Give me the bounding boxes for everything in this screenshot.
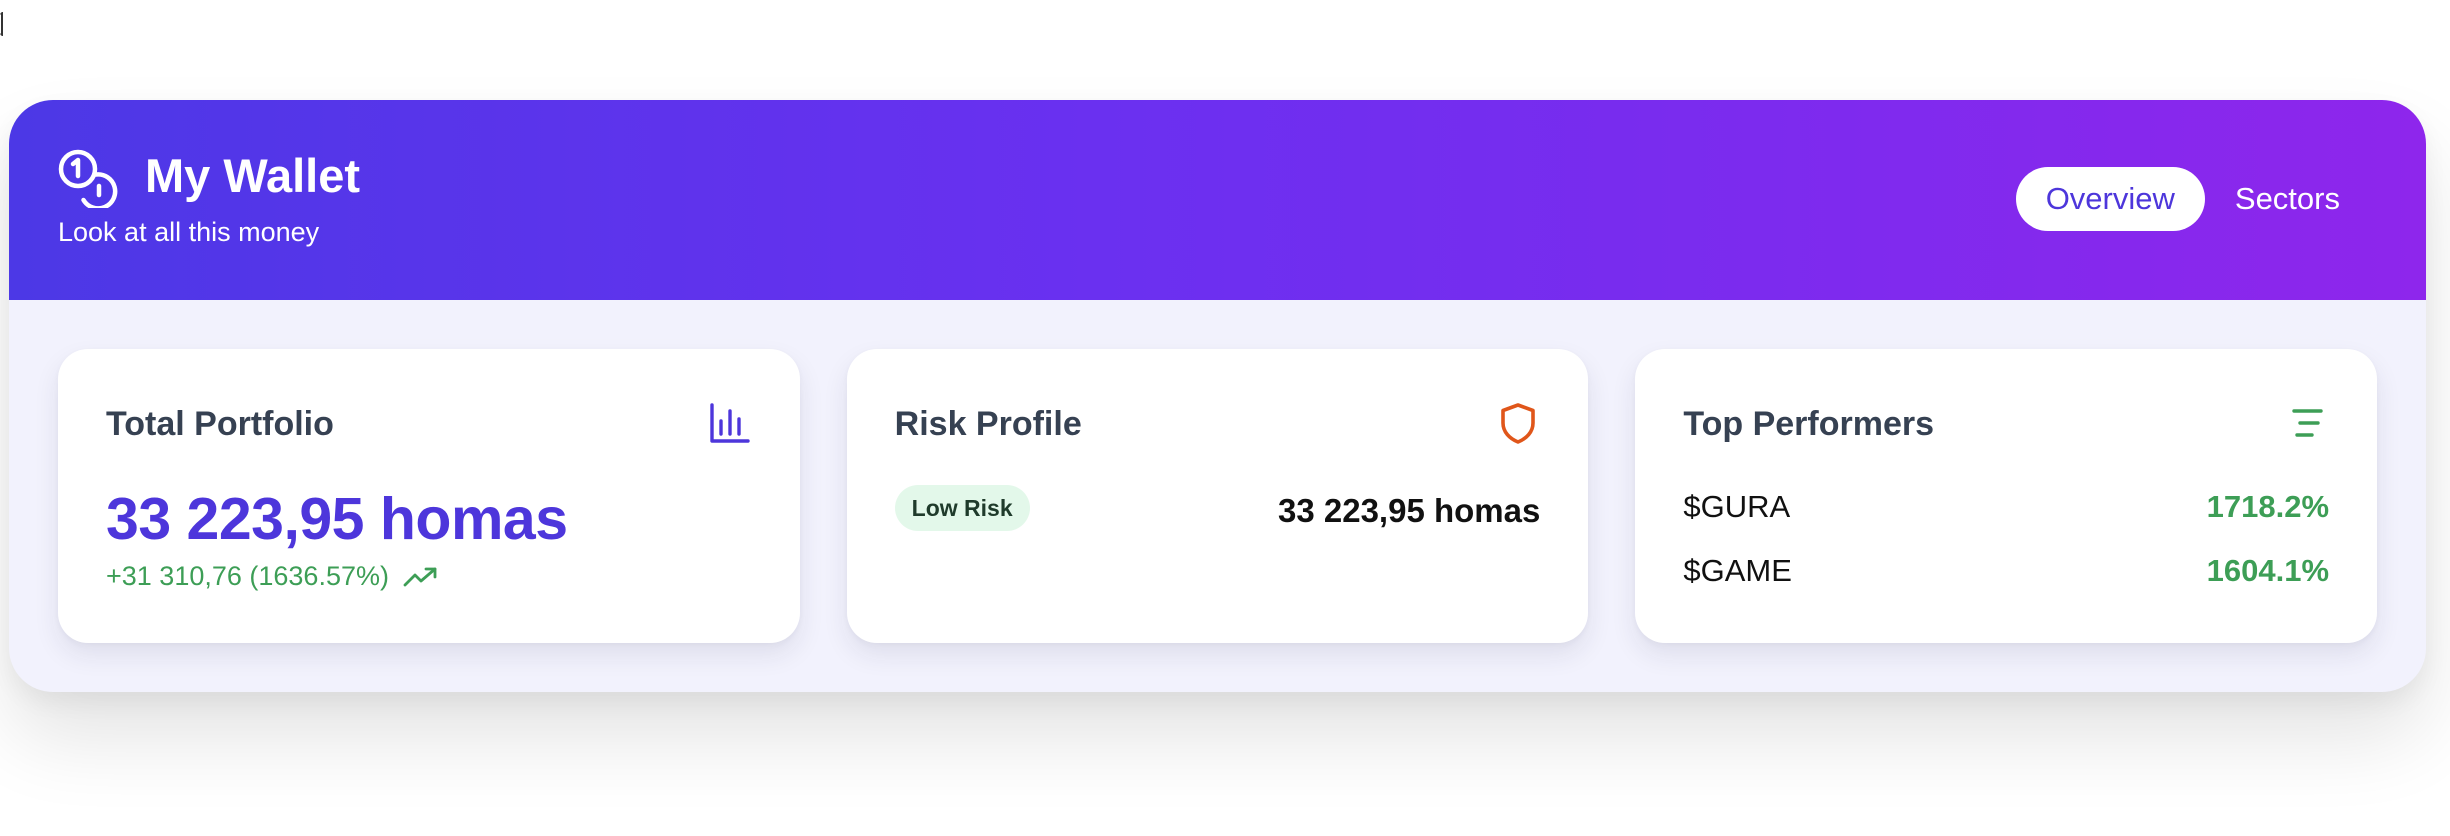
performer-value: 1718.2% — [2206, 489, 2330, 524]
total-portfolio-title: Total Portfolio — [106, 405, 334, 443]
wallet-panel: My Wallet Look at all this money Overvie… — [9, 100, 2426, 692]
risk-profile-card: Risk Profile Low Risk 33 223,95 homas — [846, 349, 1589, 643]
risk-level-badge: Low Risk — [894, 485, 1030, 531]
tab-sectors[interactable]: Sectors — [2205, 167, 2370, 231]
top-performers-card: Top Performers $GURA 1718.2% $GAME 1604.… — [1635, 349, 2378, 643]
bar-chart-icon — [709, 403, 750, 443]
view-tabs: Overview Sectors — [2015, 167, 2370, 231]
coins-icon — [58, 149, 118, 208]
list-item: $GURA 1718.2% — [1683, 489, 2329, 525]
performer-value: 1604.1% — [2206, 553, 2330, 588]
wallet-header: My Wallet Look at all this money Overvie… — [9, 100, 2426, 300]
portfolio-change-text: +31 310,76 (1636.57%) — [106, 561, 389, 591]
list-icon — [2292, 409, 2323, 437]
shield-icon — [1501, 403, 1536, 444]
portfolio-change: +31 310,76 (1636.57%) — [106, 561, 439, 592]
tab-overview[interactable]: Overview — [2015, 167, 2205, 231]
total-portfolio-value: 33 223,95 homas — [106, 486, 568, 552]
trending-up-icon — [403, 567, 437, 586]
performer-symbol: $GURA — [1683, 489, 1791, 524]
stray-bracket-mark — [0, 12, 3, 36]
top-performers-title: Top Performers — [1683, 405, 1934, 443]
total-portfolio-card: Total Portfolio 33 223,95 homas +31 310,… — [58, 349, 800, 643]
risk-profile-title: Risk Profile — [894, 405, 1082, 443]
wallet-subtitle: Look at all this money — [58, 217, 320, 247]
summary-cards: Total Portfolio 33 223,95 homas +31 310,… — [58, 349, 2378, 643]
performer-symbol: $GAME — [1683, 553, 1792, 588]
risk-profile-value: 33 223,95 homas — [1278, 492, 1541, 529]
wallet-title: My Wallet — [145, 149, 361, 202]
list-item: $GAME 1604.1% — [1683, 553, 2329, 589]
